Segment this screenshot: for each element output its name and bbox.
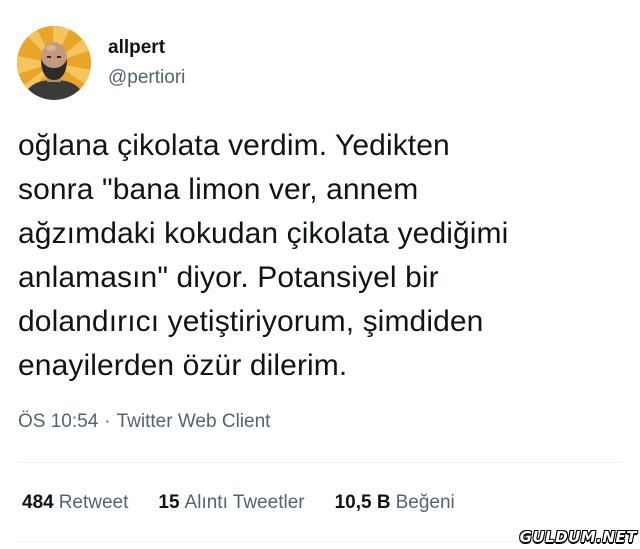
quote-number: 15: [158, 492, 180, 513]
tweet-line: sonra "bana limon ver, annem: [18, 173, 419, 206]
tweet-meta: ÖS 10:54 · Twitter Web Client: [18, 410, 270, 434]
meta-separator: ·: [104, 411, 111, 432]
avatar-icon: [17, 26, 91, 100]
avatar[interactable]: [17, 26, 91, 100]
like-number: 10,5 B: [334, 492, 391, 513]
quote-label: Alıntı Tweetler: [184, 492, 305, 513]
user-info: allpert @pertiori: [108, 36, 185, 90]
tweet-line: ağzımdaki kokudan çikolata yediğimi: [18, 217, 509, 250]
user-handle[interactable]: @pertiori: [108, 66, 185, 90]
tweet-line: dolandırıcı yetiştiriyorum, şimdiden: [18, 305, 484, 338]
retweet-count[interactable]: 484 Retweet: [22, 491, 128, 515]
tweet-line: enayilerden özür dilerim.: [18, 349, 348, 382]
divider: [18, 462, 622, 463]
tweet-card: allpert @pertiori oğlana çikolata verdim…: [0, 0, 640, 549]
display-name[interactable]: allpert: [108, 36, 185, 60]
tweet-line: anlamasın" diyor. Potansiyel bir: [18, 261, 439, 294]
like-label: Beğeni: [395, 492, 455, 513]
tweet-text: oğlana çikolata verdim. Yedikten sonra "…: [18, 124, 618, 388]
tweet-stats: 484 Retweet 15 Alıntı Tweetler 10,5 B Beğen…: [22, 491, 455, 515]
retweet-label: Retweet: [58, 492, 129, 513]
watermark: GULDUM.NET: [519, 528, 637, 546]
tweet-time[interactable]: ÖS 10:54: [18, 411, 98, 432]
quote-count[interactable]: 15 Alıntı Tweetler: [158, 491, 304, 515]
tweet-line: oğlana çikolata verdim. Yedikten: [18, 129, 450, 162]
tweet-source[interactable]: Twitter Web Client: [117, 411, 271, 432]
retweet-number: 484: [22, 492, 54, 513]
like-count[interactable]: 10,5 B Beğeni: [335, 491, 455, 515]
